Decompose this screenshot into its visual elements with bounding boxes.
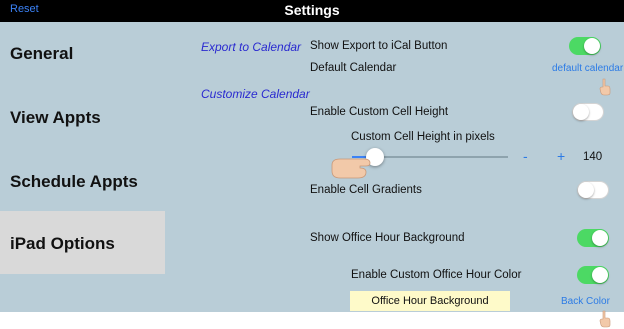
toggle-knob [573,104,589,120]
custom-cell-height-label: Enable Custom Cell Height [310,106,449,118]
show-export-toggle[interactable] [569,37,601,55]
toggle-knob [592,230,608,246]
custom-office-color-toggle[interactable] [577,266,609,284]
show-export-label: Show Export to iCal Button [310,40,448,52]
sidebar-item-label: iPad Options [10,234,115,253]
sidebar-item-schedule-appts[interactable]: Schedule Appts [0,148,165,212]
bottom-area [0,312,624,329]
stepper-plus-button[interactable]: + [557,148,565,164]
cell-gradients-toggle[interactable] [577,181,609,199]
sidebar-item-label: Schedule Appts [10,172,138,191]
default-calendar-button[interactable]: default calendar [552,63,623,74]
toggle-knob [578,182,594,198]
sidebar-item-label: General [10,44,74,63]
cell-gradients-label: Enable Cell Gradients [310,184,422,196]
sidebar-item-label: View Appts [10,108,101,127]
export-to-calendar-link[interactable]: Export to Calendar [201,40,301,54]
cell-height-pixels-label: Custom Cell Height in pixels [351,131,495,143]
default-calendar-label: Default Calendar [310,62,397,74]
sidebar-item-ipad-options[interactable]: iPad Options [0,211,165,274]
navigation-bar: Reset Settings [0,0,624,22]
custom-cell-height-toggle[interactable] [572,103,604,121]
customize-calendar-link[interactable]: Customize Calendar [201,87,310,101]
office-hour-background-toggle[interactable] [577,229,609,247]
office-hour-color-swatch[interactable]: Office Hour Background [350,291,510,311]
toggle-knob [592,267,608,283]
custom-office-color-label: Enable Custom Office Hour Color [351,269,522,281]
sidebar-item-view-appts[interactable]: View Appts [0,86,165,150]
sidebar-item-general[interactable]: General [0,22,165,86]
back-color-button[interactable]: Back Color [561,296,610,307]
toggle-knob [584,38,600,54]
office-hour-background-label: Show Office Hour Background [310,232,465,244]
hand-pointer-icon [599,310,611,328]
stepper-minus-button[interactable]: - [523,148,528,164]
hand-pointer-icon [331,158,371,179]
cell-height-value: 140 [583,151,603,163]
page-title: Settings [284,2,340,18]
hand-pointer-icon [599,78,611,96]
